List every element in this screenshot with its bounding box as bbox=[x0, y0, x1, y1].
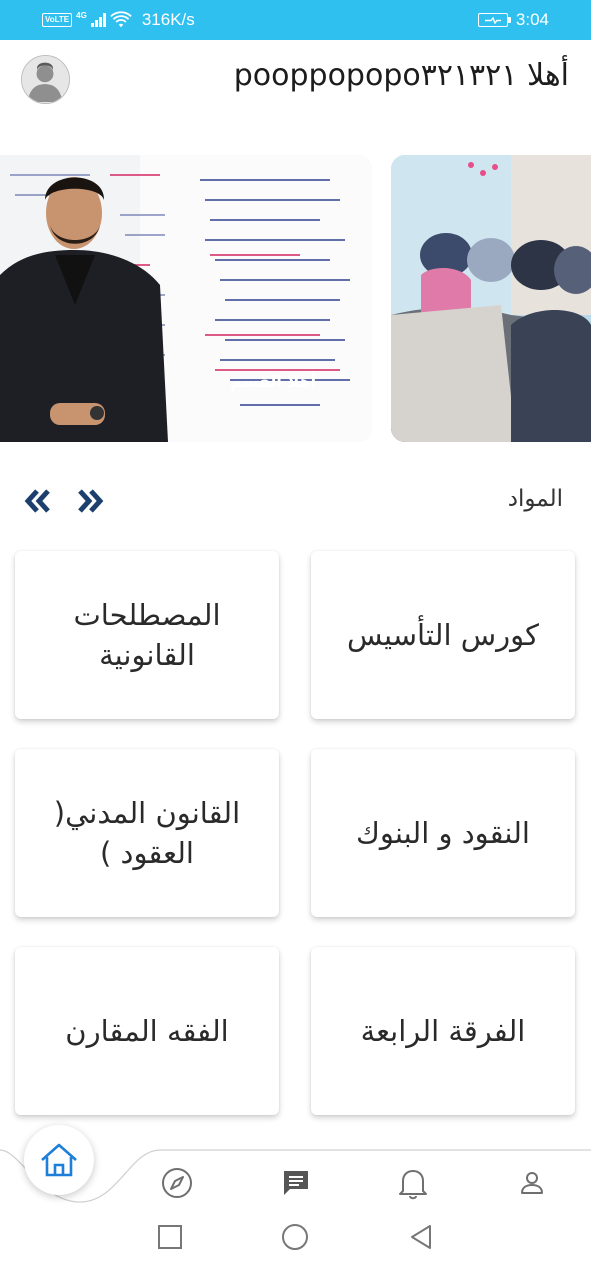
recent-apps-square-icon[interactable] bbox=[155, 1222, 185, 1252]
profile-icon bbox=[521, 1172, 543, 1194]
status-right: 3:04 bbox=[477, 10, 549, 30]
back-triangle-icon[interactable] bbox=[406, 1222, 436, 1252]
battery-icon bbox=[477, 13, 511, 27]
bell-icon bbox=[399, 1170, 427, 1200]
students-classroom-photo bbox=[391, 155, 591, 442]
subject-card-comparative-fiqh[interactable]: الفقه المقارن bbox=[15, 947, 279, 1115]
explore-button[interactable] bbox=[160, 1166, 194, 1200]
double-chevron-right-icon[interactable] bbox=[76, 488, 106, 514]
chat-icon bbox=[284, 1171, 308, 1195]
banner-slide-teacher[interactable]: أهلا القسم bbox=[0, 155, 372, 442]
banner-slide-students[interactable] bbox=[391, 155, 591, 442]
subject-card-civil-law[interactable]: القانون المدني( العقود ) bbox=[15, 749, 279, 917]
home-circle-icon[interactable] bbox=[280, 1222, 310, 1252]
teacher-whiteboard-photo: أهلا القسم bbox=[0, 155, 372, 442]
network-type: 4G bbox=[76, 10, 87, 20]
home-icon bbox=[41, 1143, 77, 1177]
greeting-text: أهلا pooppopopo٣٢١٣٢١ bbox=[233, 58, 569, 93]
signal-icon bbox=[90, 13, 106, 27]
subject-label: كورس التأسيس bbox=[347, 618, 539, 652]
subject-card-legal-terms[interactable]: المصطلحات القانونية bbox=[15, 551, 279, 719]
profile-button[interactable] bbox=[515, 1166, 549, 1200]
app-header: أهلا pooppopopo٣٢١٣٢١ bbox=[0, 40, 591, 120]
user-avatar-icon[interactable] bbox=[21, 55, 70, 104]
wifi-icon bbox=[110, 11, 132, 28]
subject-card-money-banks[interactable]: النقود و البنوك bbox=[311, 749, 575, 917]
compass-icon bbox=[162, 1168, 192, 1198]
double-chevron-left-icon[interactable] bbox=[22, 488, 52, 514]
clock: 3:04 bbox=[515, 10, 549, 29]
bottom-navigation bbox=[0, 1120, 591, 1208]
notifications-button[interactable] bbox=[396, 1166, 430, 1200]
subjects-title: المواد bbox=[507, 486, 563, 512]
home-button[interactable] bbox=[24, 1125, 94, 1195]
messages-button[interactable] bbox=[279, 1166, 313, 1200]
volte-badge: VoLTE bbox=[42, 13, 73, 27]
banner-carousel[interactable]: أهلا القسم bbox=[0, 155, 591, 442]
subjects-header: المواد bbox=[0, 478, 591, 524]
subject-card-foundation[interactable]: كورس التأسيس bbox=[311, 551, 575, 719]
subject-label: الفرقة الرابعة bbox=[360, 1014, 526, 1048]
system-navigation-bar bbox=[0, 1208, 591, 1280]
subject-label: المصطلحات القانونية bbox=[73, 598, 221, 672]
network-speed: 316K/s bbox=[141, 10, 195, 29]
subject-card-fourth-year[interactable]: الفرقة الرابعة bbox=[311, 947, 575, 1115]
subject-label: الفقه المقارن bbox=[65, 1014, 229, 1048]
banner-caption: أهلا القسم bbox=[230, 371, 316, 391]
status-bar: VoLTE 4G 316K/s 3:04 bbox=[0, 0, 591, 40]
status-left: VoLTE 4G 316K/s bbox=[42, 10, 195, 30]
subject-label: القانون المدني( العقود ) bbox=[53, 796, 241, 870]
subject-label: النقود و البنوك bbox=[356, 816, 530, 850]
